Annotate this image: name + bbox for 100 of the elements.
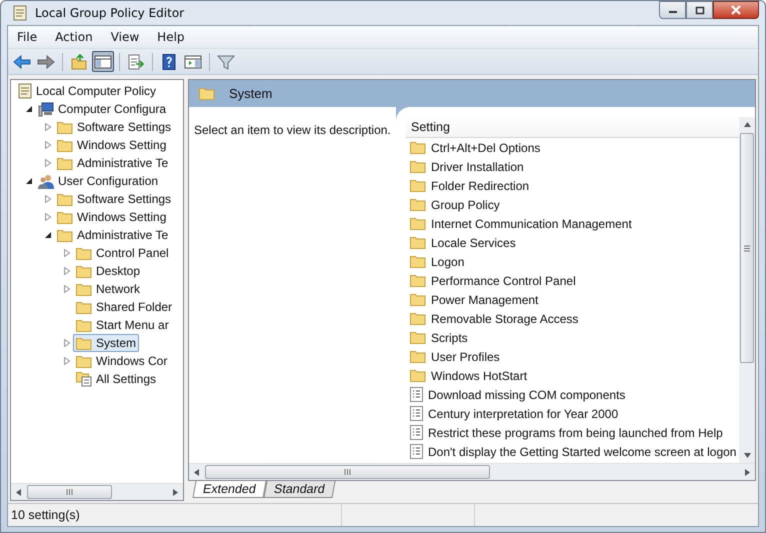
collapsed-arrow-icon[interactable] [63, 267, 71, 275]
vertical-scrollbar[interactable] [739, 117, 755, 463]
settings-list-icon [76, 371, 92, 387]
menu-item[interactable]: Action [46, 30, 102, 44]
folder-icon [410, 198, 426, 211]
tree-item[interactable]: Windows Cor [73, 352, 170, 370]
menu-item[interactable]: Help [148, 30, 194, 44]
setting-row[interactable]: User Profiles [406, 347, 739, 366]
setting-row[interactable]: Removable Storage Access [406, 309, 739, 328]
scroll-thumb[interactable] [740, 133, 754, 363]
setting-row[interactable]: Power Management [406, 290, 739, 309]
window-title: Local Group Policy Editor [35, 6, 184, 20]
close-button[interactable] [713, 1, 759, 19]
setting-row[interactable]: Driver Installation [406, 157, 739, 176]
collapsed-arrow-icon[interactable] [44, 141, 52, 149]
tree-item[interactable]: User Configuration [35, 172, 162, 190]
collapsed-arrow-icon[interactable] [44, 195, 52, 203]
setting-row[interactable]: Internet Communication Management [406, 214, 739, 233]
collapsed-arrow-icon[interactable] [44, 159, 52, 167]
scroll-up-icon[interactable] [744, 122, 750, 128]
folder-icon [76, 318, 92, 332]
panel-title: System [229, 86, 272, 101]
horizontal-scrollbar[interactable] [189, 463, 755, 480]
setting-row[interactable]: Locale Services [406, 233, 739, 252]
scroll-thumb[interactable] [205, 465, 490, 479]
collapsed-arrow-icon[interactable] [63, 249, 71, 257]
tree-item[interactable]: Software Settings [54, 118, 174, 136]
setting-row[interactable]: Folder Redirection [406, 176, 739, 195]
folder-icon [410, 160, 426, 173]
expanded-arrow-icon[interactable] [44, 231, 52, 239]
status-text: 10 setting(s) [10, 508, 81, 522]
scroll-icon [18, 83, 32, 99]
scroll-thumb[interactable] [27, 485, 112, 499]
collapsed-arrow-icon[interactable] [63, 285, 71, 293]
grip-icon [344, 469, 351, 475]
setting-row[interactable]: Download missing COM components [406, 385, 739, 404]
menu-item[interactable]: View [102, 30, 148, 44]
folder-icon [76, 300, 92, 314]
folder-icon [57, 228, 73, 242]
maximize-button[interactable] [686, 1, 713, 19]
setting-row[interactable]: Century interpretation for Year 2000 [406, 404, 739, 423]
folder-icon [410, 236, 426, 249]
setting-row[interactable]: Ctrl+Alt+Del Options [406, 138, 739, 157]
tree-item[interactable]: All Settings [73, 370, 160, 388]
tree-item[interactable]: Start Menu ar [73, 316, 172, 334]
column-header[interactable]: Setting [406, 120, 450, 134]
tree-item[interactable]: Desktop [73, 262, 144, 280]
tree-toggle-button[interactable] [92, 51, 114, 72]
horizontal-scrollbar[interactable] [11, 483, 183, 500]
setting-row[interactable]: Restrict these programs from being launched from Help [406, 423, 739, 442]
folder-icon [410, 217, 426, 230]
collapsed-arrow-icon[interactable] [44, 123, 52, 131]
policy-setting-icon [410, 387, 423, 402]
folder-icon [410, 369, 426, 382]
collapsed-arrow-icon[interactable] [63, 339, 71, 347]
folder-icon [57, 138, 73, 152]
folder-icon [199, 87, 215, 100]
policy-setting-icon [410, 444, 423, 459]
tree-item[interactable]: Local Computer Policy [15, 82, 160, 100]
setting-row[interactable]: Windows HotStart [406, 366, 739, 385]
menu-item[interactable]: File [8, 30, 46, 44]
setting-row[interactable]: Logon [406, 252, 739, 271]
computer-icon [38, 102, 54, 116]
scroll-right-icon[interactable] [172, 488, 178, 496]
collapsed-arrow-icon[interactable] [44, 213, 52, 221]
app-icon [13, 5, 27, 21]
setting-row[interactable]: Group Policy [406, 195, 739, 214]
tree-item[interactable]: System [73, 334, 140, 352]
folder-icon [410, 141, 426, 154]
tree-item[interactable]: Windows Setting [54, 208, 170, 226]
setting-row[interactable]: Scripts [406, 328, 739, 347]
tree-item[interactable]: Software Settings [54, 190, 174, 208]
tree-item[interactable]: Administrative Te [54, 154, 172, 172]
maximize-icon [694, 6, 704, 14]
minimize-button[interactable] [659, 1, 686, 19]
tree-item[interactable]: Administrative Te [54, 226, 172, 244]
tree-item[interactable]: Shared Folder [73, 298, 176, 316]
tree-item[interactable]: Control Panel [73, 244, 172, 262]
scroll-left-icon[interactable] [16, 488, 22, 496]
collapsed-arrow-icon[interactable] [63, 357, 71, 365]
description-text: Select an item to view its description. [189, 107, 396, 463]
folder-icon [57, 192, 73, 206]
view-tab[interactable]: Standard [263, 481, 336, 498]
view-tab[interactable]: Extended [192, 481, 266, 498]
expanded-arrow-icon[interactable] [25, 105, 33, 113]
folder-icon [57, 156, 73, 170]
folder-icon [410, 179, 426, 192]
folder-icon [76, 282, 92, 296]
tree-item[interactable]: Network [73, 280, 144, 298]
grip-icon [66, 489, 73, 495]
expanded-arrow-icon[interactable] [25, 177, 33, 185]
tree-item[interactable]: Computer Configura [35, 100, 170, 118]
tree-item[interactable]: Windows Setting [54, 136, 170, 154]
scroll-left-icon[interactable] [194, 468, 200, 476]
folder-icon [76, 354, 92, 368]
setting-row[interactable]: Performance Control Panel [406, 271, 739, 290]
scroll-right-icon[interactable] [744, 468, 750, 476]
setting-row[interactable]: Don't display the Getting Started welcome screen at logon [406, 442, 739, 461]
scroll-down-icon[interactable] [744, 452, 750, 458]
policy-setting-icon [410, 406, 423, 421]
